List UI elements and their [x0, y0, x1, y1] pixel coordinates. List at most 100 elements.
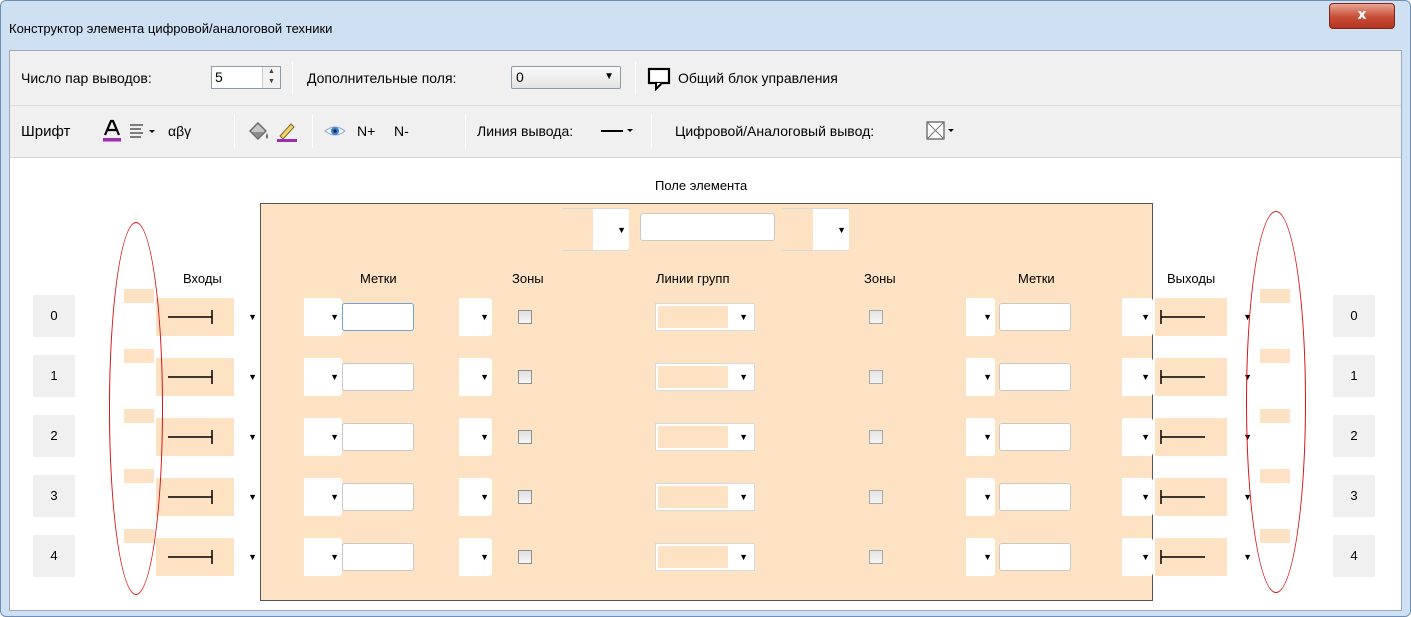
- left-label-field[interactable]: [342, 543, 414, 571]
- element-name-field[interactable]: [640, 213, 775, 241]
- right-label-field[interactable]: [999, 483, 1071, 511]
- crossed-box-icon[interactable]: [925, 120, 963, 142]
- group-line-select[interactable]: ▼: [655, 543, 755, 571]
- group-line-select[interactable]: ▼: [655, 363, 755, 391]
- chevron-down-icon: ▼: [983, 372, 992, 382]
- pin-input-icon: [168, 550, 213, 564]
- output-pin-select[interactable]: ▼: [1155, 418, 1255, 456]
- control-block-icon[interactable]: [647, 67, 675, 92]
- group-line-select[interactable]: ▼: [655, 423, 755, 451]
- left-label-select-b[interactable]: ▼: [419, 478, 492, 516]
- zone-left-checkbox[interactable]: [518, 310, 532, 324]
- right-label-select-b[interactable]: ▼: [1076, 538, 1153, 576]
- zone-right-checkbox[interactable]: [869, 430, 883, 444]
- left-label-field[interactable]: [342, 303, 414, 331]
- remove-pin-button[interactable]: N-: [394, 123, 409, 139]
- chevron-down-icon: ▼: [739, 312, 748, 322]
- right-label-select-a[interactable]: ▼: [920, 478, 995, 516]
- input-pin-select[interactable]: ▼: [156, 418, 260, 456]
- spin-arrows-icon[interactable]: ▲ ▼: [262, 67, 280, 88]
- pin-index-right: 1: [1333, 355, 1375, 397]
- chevron-down-icon: ▼: [480, 312, 489, 322]
- right-label-select-b[interactable]: ▼: [1076, 298, 1153, 336]
- pen-icon[interactable]: [274, 118, 300, 144]
- chevron-down-icon: ▼: [248, 492, 257, 502]
- labels-left-header: Метки: [360, 271, 397, 286]
- add-pin-button[interactable]: N+: [357, 123, 375, 139]
- left-label-field[interactable]: [342, 423, 414, 451]
- group-line-select[interactable]: ▼: [655, 483, 755, 511]
- control-block-button[interactable]: Общий блок управления: [678, 70, 838, 86]
- paint-bucket-icon[interactable]: [245, 119, 271, 145]
- annotation-oval-left: [109, 222, 163, 595]
- greek-symbols-button[interactable]: αβγ: [168, 123, 191, 139]
- left-label-select-a[interactable]: ▼: [264, 298, 342, 336]
- right-label-select-a[interactable]: ▼: [920, 298, 995, 336]
- designer-window: Конструктор элемента цифровой/аналоговой…: [0, 0, 1411, 617]
- pin-line-select[interactable]: [600, 123, 636, 141]
- element-top-right-select[interactable]: ▼: [781, 208, 849, 251]
- left-label-select-a[interactable]: ▼: [264, 418, 342, 456]
- group-line-select[interactable]: ▼: [655, 303, 755, 331]
- chevron-down-icon: ▼: [480, 372, 489, 382]
- right-label-field[interactable]: [999, 423, 1071, 451]
- zone-right-checkbox[interactable]: [869, 550, 883, 564]
- left-label-field[interactable]: [342, 483, 414, 511]
- font-color-icon[interactable]: [101, 118, 123, 144]
- left-label-select-b[interactable]: ▼: [419, 538, 492, 576]
- chevron-down-icon: ▼: [739, 432, 748, 442]
- right-label-field[interactable]: [999, 303, 1071, 331]
- left-label-select-a[interactable]: ▼: [264, 538, 342, 576]
- input-pin-select[interactable]: ▼: [156, 478, 260, 516]
- right-label-select-a[interactable]: ▼: [920, 418, 995, 456]
- right-label-select-a[interactable]: ▼: [920, 358, 995, 396]
- zone-right-checkbox[interactable]: [869, 490, 883, 504]
- pins-count-value: 5: [215, 69, 223, 85]
- left-label-select-b[interactable]: ▼: [419, 298, 492, 336]
- chevron-down-icon: ▼: [330, 372, 339, 382]
- right-label-select-b[interactable]: ▼: [1076, 358, 1153, 396]
- left-label-select-a[interactable]: ▼: [264, 358, 342, 396]
- chevron-down-icon: ▼: [1141, 552, 1150, 562]
- chevron-down-icon: ▼: [248, 372, 257, 382]
- font-button[interactable]: Шрифт: [21, 123, 70, 140]
- right-label-select-a[interactable]: ▼: [920, 538, 995, 576]
- zone-left-checkbox[interactable]: [518, 550, 532, 564]
- right-label-select-b[interactable]: ▼: [1076, 478, 1153, 516]
- chevron-down-icon: ▼: [480, 552, 489, 562]
- left-label-select-b[interactable]: ▼: [419, 358, 492, 396]
- left-label-select-b[interactable]: ▼: [419, 418, 492, 456]
- eye-icon[interactable]: [323, 121, 347, 141]
- close-button[interactable]: x: [1329, 3, 1395, 29]
- element-top-left-select[interactable]: ▼: [561, 208, 629, 251]
- output-pin-select[interactable]: ▼: [1155, 298, 1255, 336]
- right-label-field[interactable]: [999, 363, 1071, 391]
- right-label-select-b[interactable]: ▼: [1076, 418, 1153, 456]
- zone-right-checkbox[interactable]: [869, 310, 883, 324]
- input-pin-select[interactable]: ▼: [156, 538, 260, 576]
- toolbar-separator: [635, 61, 636, 95]
- output-pin-select[interactable]: ▼: [1155, 538, 1255, 576]
- pin-line-label: Линия вывода:: [477, 123, 574, 139]
- zone-left-checkbox[interactable]: [518, 490, 532, 504]
- extra-fields-select[interactable]: 0 ▼: [511, 66, 621, 89]
- text-align-icon[interactable]: [128, 121, 162, 141]
- output-pin-select[interactable]: ▼: [1155, 478, 1255, 516]
- input-pin-select[interactable]: ▼: [156, 358, 260, 396]
- pins-count-stepper[interactable]: 5 ▲ ▼: [211, 66, 281, 89]
- toolbar-separator: [465, 114, 466, 148]
- zone-left-checkbox[interactable]: [518, 430, 532, 444]
- zone-right-checkbox[interactable]: [869, 370, 883, 384]
- toolbar-top: Число пар выводов: 5 ▲ ▼ Дополнительные п…: [10, 51, 1401, 106]
- right-label-field[interactable]: [999, 543, 1071, 571]
- pin-input-icon: [168, 430, 213, 444]
- pin-output-icon: [1160, 490, 1205, 504]
- left-label-field[interactable]: [342, 363, 414, 391]
- left-label-select-a[interactable]: ▼: [264, 478, 342, 516]
- zone-left-checkbox[interactable]: [518, 370, 532, 384]
- chevron-down-icon: ▼: [983, 312, 992, 322]
- chevron-down-icon: ▼: [1141, 312, 1150, 322]
- output-pin-select[interactable]: ▼: [1155, 358, 1255, 396]
- input-pin-select[interactable]: ▼: [156, 298, 260, 336]
- pin-output-icon: [1160, 430, 1205, 444]
